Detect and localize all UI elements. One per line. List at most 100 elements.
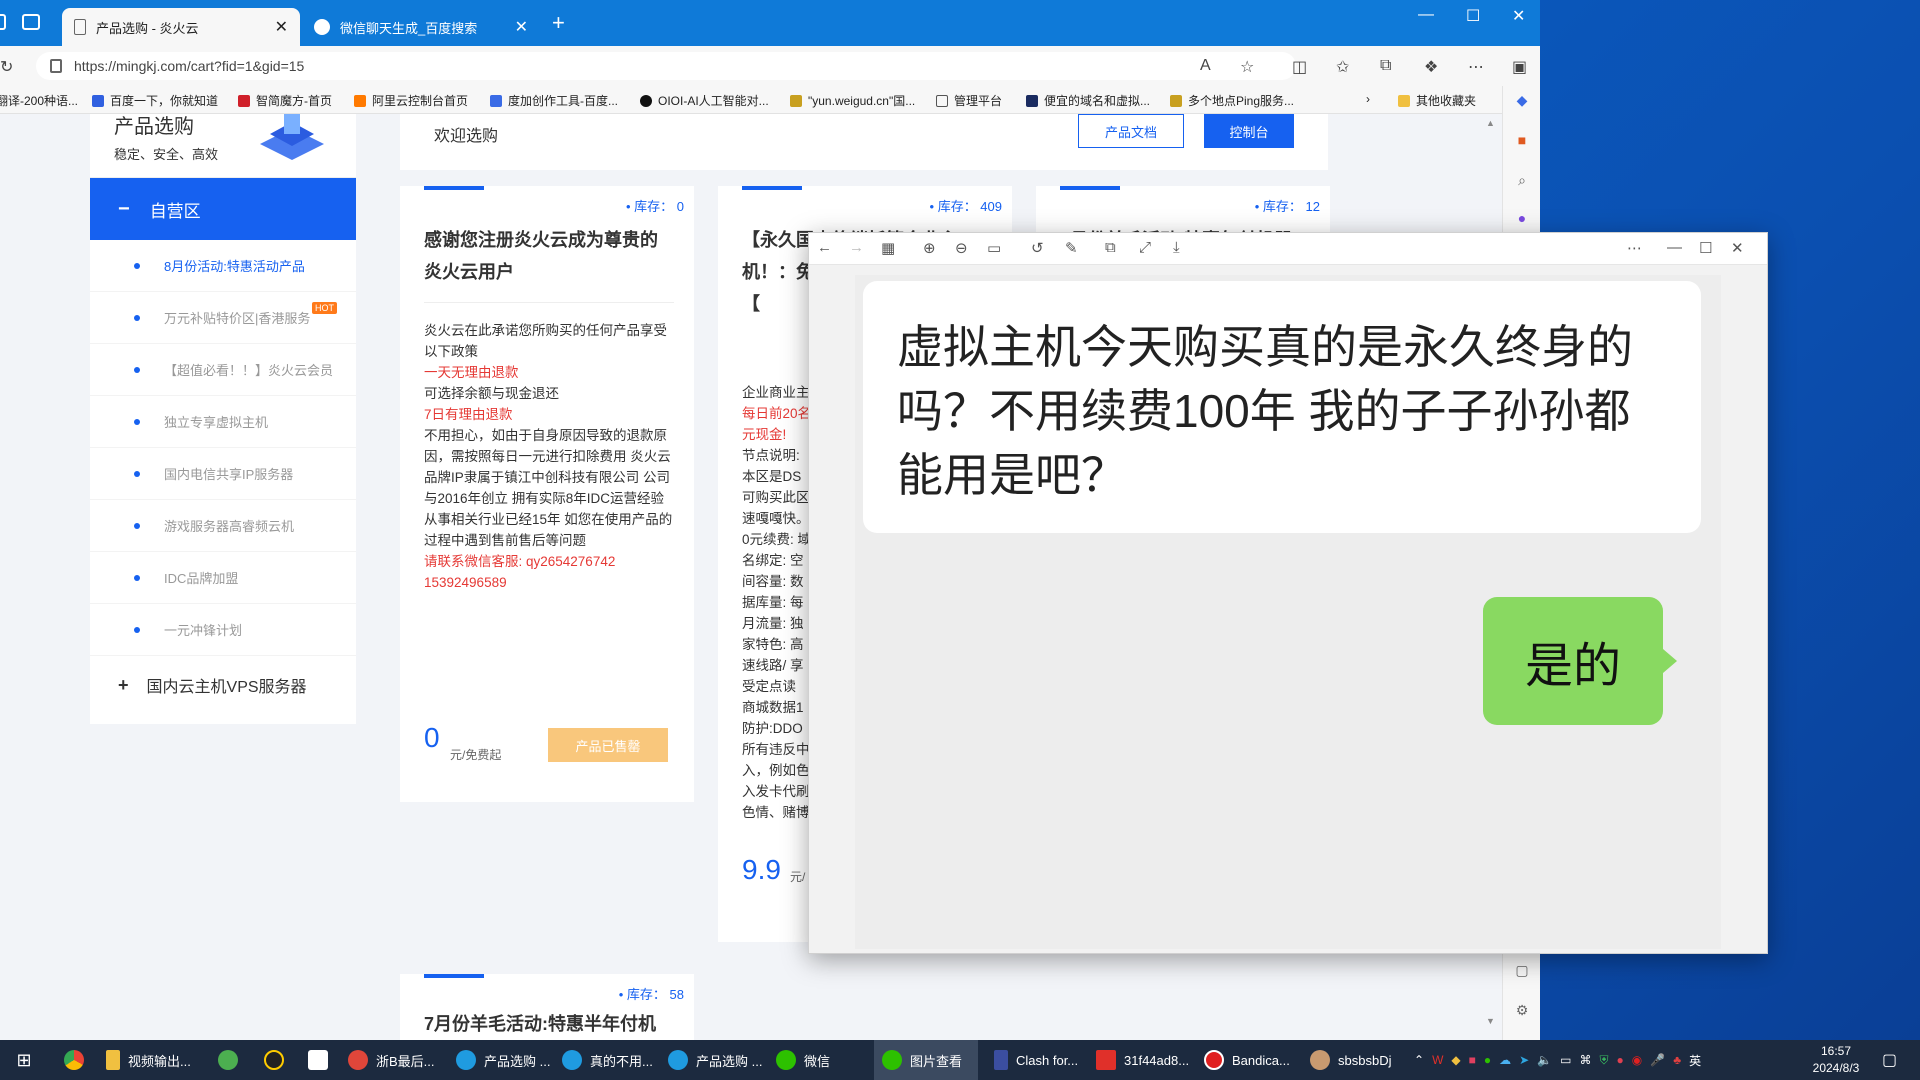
sidebar-item-dedicated-vhost[interactable]: 独立专享虚拟主机: [90, 396, 356, 448]
taskbar-wps[interactable]: 31f44ad8...: [1088, 1040, 1197, 1080]
favorite-star-icon[interactable]: ☆: [1240, 57, 1254, 77]
tray-red-app-icon[interactable]: ■: [1469, 1053, 1476, 1067]
tray-expand-icon[interactable]: ⌃: [1414, 1053, 1424, 1067]
sidebar-toggle-icon[interactable]: ▣: [1512, 57, 1527, 77]
console-button[interactable]: 控制台: [1204, 114, 1294, 148]
close-icon[interactable]: ✕: [275, 17, 288, 37]
toolbox-icon[interactable]: ■: [1513, 132, 1531, 150]
shield-icon[interactable]: ⛨: [1599, 1053, 1608, 1068]
minimize-icon[interactable]: —: [1667, 239, 1682, 256]
antivirus-icon[interactable]: ●: [1617, 1053, 1624, 1067]
sidebar-item-one-yuan-plan[interactable]: 一元冲锋计划: [90, 604, 356, 656]
tray-bag-icon[interactable]: ◆: [1451, 1053, 1460, 1067]
taskbar-sbsbsbdj[interactable]: sbsbsbDj: [1302, 1040, 1399, 1080]
taskbar-zhe-b[interactable]: 浙B最后...: [340, 1040, 443, 1080]
more-options-icon[interactable]: ⋯: [1627, 239, 1642, 257]
people-icon[interactable]: ●: [1513, 210, 1531, 228]
sidebar-group-domestic-vps[interactable]: + 国内云主机VPS服务器: [90, 654, 356, 716]
ime-indicator[interactable]: 英: [1689, 1052, 1701, 1069]
bookmark-other-folder[interactable]: 其他收藏夹: [1398, 92, 1476, 109]
taskbar-bandicam[interactable]: Bandica...: [1196, 1040, 1298, 1080]
workspaces-icon[interactable]: [22, 14, 40, 30]
new-tab-icon[interactable]: +: [552, 10, 565, 36]
tab-actions-icon[interactable]: [0, 14, 6, 30]
close-icon[interactable]: ✕: [515, 17, 528, 37]
minimize-icon[interactable]: —: [1418, 6, 1434, 24]
taskbar-edge-really[interactable]: 真的不用...: [554, 1040, 661, 1080]
bookmark-admin[interactable]: 管理平台: [936, 92, 1002, 109]
copy-icon[interactable]: ⧉: [1105, 239, 1116, 256]
tray-app-red-icon[interactable]: ♣: [1673, 1053, 1681, 1067]
edit-icon[interactable]: ✎: [1065, 239, 1078, 257]
bookmark-domain[interactable]: 便宜的域名和虚拟...: [1026, 92, 1150, 109]
record-icon[interactable]: ◉: [1632, 1053, 1642, 1067]
split-screen-icon[interactable]: ◫: [1292, 57, 1307, 77]
zoom-in-icon[interactable]: ⊕: [923, 239, 936, 257]
maximize-icon[interactable]: ☐: [1699, 239, 1712, 257]
forward-arrow-icon[interactable]: →: [849, 239, 864, 256]
favorites-icon[interactable]: ✩: [1336, 57, 1349, 77]
taskbar-image-viewer[interactable]: 图片查看: [874, 1040, 978, 1080]
network-icon[interactable]: ⌘: [1579, 1053, 1591, 1067]
tab-product-selection[interactable]: 产品选购 - 炎火云 ✕: [62, 8, 300, 46]
taskbar-edge-product-1[interactable]: 产品选购 ...: [448, 1040, 558, 1080]
tray-wechat-icon[interactable]: ●: [1484, 1053, 1491, 1067]
back-arrow-icon[interactable]: ←: [817, 239, 832, 256]
volume-icon[interactable]: 🔈: [1537, 1053, 1552, 1067]
tag-icon[interactable]: ◆: [1513, 92, 1531, 110]
scroll-up-icon[interactable]: ▲: [1486, 118, 1495, 128]
maximize-icon[interactable]: ☐: [1466, 6, 1480, 26]
refresh-icon[interactable]: ↻: [0, 57, 13, 77]
actual-size-icon[interactable]: ▭: [987, 239, 1001, 257]
tray-cloud-icon[interactable]: ☁: [1499, 1053, 1511, 1067]
download-icon[interactable]: ⤓: [1173, 239, 1180, 256]
scroll-down-icon[interactable]: ▼: [1486, 1016, 1495, 1026]
tray-app-icon[interactable]: W: [1432, 1053, 1443, 1067]
sidebar-item-august-promo[interactable]: 8月份活动:特惠活动产品: [90, 240, 356, 292]
sidebar-item-member[interactable]: 【超值必看！！】炎火云会员: [90, 344, 356, 396]
collections-icon[interactable]: ⧉: [1380, 57, 1391, 75]
tray-telegram-icon[interactable]: ➤: [1519, 1053, 1529, 1067]
fullscreen-icon[interactable]: ⤢: [1139, 239, 1151, 256]
read-aloud-icon[interactable]: A: [1200, 57, 1211, 75]
sold-out-button[interactable]: 产品已售罄: [548, 728, 668, 762]
sidebar-item-idc-franchise[interactable]: IDC品牌加盟: [90, 552, 356, 604]
extensions-icon[interactable]: ❖: [1424, 57, 1438, 77]
grid-view-icon[interactable]: ▦: [881, 239, 895, 257]
taskbar-video-output[interactable]: 视频输出...: [98, 1040, 199, 1080]
system-clock[interactable]: 16:57 2024/8/3: [1804, 1043, 1868, 1077]
taskbar-wechat[interactable]: 微信: [768, 1040, 838, 1080]
sidebar-item-game-server[interactable]: 游戏服务器高睿频云机: [90, 500, 356, 552]
sidebar-item-subsidy-hk[interactable]: 万元补贴特价区|香港服务 HOT: [90, 292, 356, 344]
bookmarks-more-chevron-icon[interactable]: ›: [1366, 92, 1370, 106]
bookmark-translate[interactable]: 翻译-200种语...: [0, 92, 78, 109]
start-windows-icon[interactable]: ⊞: [4, 1040, 44, 1080]
tab-baidu-search[interactable]: 微信聊天生成_百度搜索 ✕: [302, 8, 540, 46]
url-input[interactable]: https://mingkj.com/cart?fid=1&gid=15: [36, 52, 1296, 80]
bookmark-ping[interactable]: 多个地点Ping服务...: [1170, 92, 1294, 109]
bookmark-weigud[interactable]: "yun.weigud.cn"国...: [790, 92, 915, 109]
microphone-icon[interactable]: 🎤: [1650, 1053, 1665, 1067]
bookmark-dujia[interactable]: 度加创作工具-百度...: [490, 92, 618, 109]
settings-gear-icon[interactable]: ⚙: [1513, 1002, 1531, 1020]
search-icon[interactable]: ⌕: [1513, 172, 1531, 190]
bookmark-aliyun[interactable]: 阿里云控制台首页: [354, 92, 468, 109]
taskbar-capcut[interactable]: [300, 1040, 336, 1080]
close-icon[interactable]: ✕: [1731, 239, 1744, 257]
taskbar-qq[interactable]: [256, 1040, 292, 1080]
taskbar-green-app[interactable]: [210, 1040, 246, 1080]
sidebar-item-telecom-shared[interactable]: 国内电信共享IP服务器: [90, 448, 356, 500]
bookmark-oioi[interactable]: OIOI-AI人工智能对...: [640, 92, 769, 109]
notification-icon[interactable]: ▢: [1882, 1050, 1897, 1070]
display-icon[interactable]: ▭: [1560, 1053, 1571, 1067]
bookmark-zhijian[interactable]: 智简魔方-首页: [238, 92, 332, 109]
product-docs-button[interactable]: 产品文档: [1078, 114, 1184, 148]
chrome-icon[interactable]: [56, 1040, 92, 1080]
bookmark-baidu[interactable]: 百度一下，你就知道: [92, 92, 218, 109]
close-window-icon[interactable]: ✕: [1512, 6, 1525, 26]
screen-capture-icon[interactable]: ▢: [1513, 962, 1531, 980]
more-options-icon[interactable]: ⋯: [1468, 57, 1484, 77]
rotate-icon[interactable]: ↺: [1031, 239, 1044, 257]
taskbar-clash[interactable]: Clash for...: [986, 1040, 1086, 1080]
taskbar-edge-product-2[interactable]: 产品选购 ...: [660, 1040, 770, 1080]
